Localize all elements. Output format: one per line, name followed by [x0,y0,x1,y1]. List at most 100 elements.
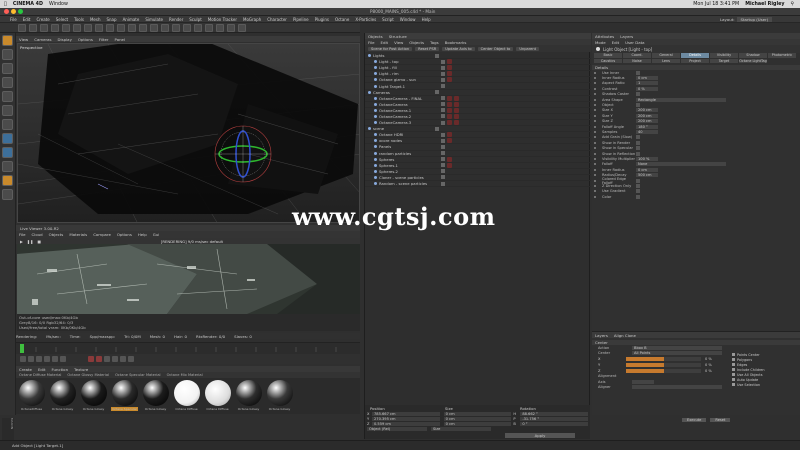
minimize-icon[interactable] [11,9,16,14]
menu-help[interactable]: Help [422,17,431,22]
material-item[interactable]: Octane Glossy [80,378,107,414]
param-value[interactable]: 200 cm [636,113,658,118]
object-name[interactable]: Spheres [379,157,437,162]
redo-icon[interactable] [29,23,37,32]
execute-button[interactable]: Execute [682,418,707,422]
z-axis-icon[interactable] [106,23,114,32]
tab-caustics[interactable]: Caustics [594,58,622,63]
deformer-icon[interactable] [205,23,213,32]
menu-file[interactable]: File [10,17,17,22]
param-value[interactable]: 200 cm [636,108,658,113]
object-name[interactable]: Random - scene particles [379,181,437,186]
render-picture-icon[interactable] [139,23,147,32]
edges-mode-icon[interactable] [2,91,13,102]
reset-button[interactable]: Reset [710,418,731,422]
om-menu-tags[interactable]: Tags [430,40,439,45]
visibility-icon[interactable] [441,138,445,143]
material-item[interactable]: Octane Diffuse [173,378,200,414]
menu-tools[interactable]: Tools [74,17,84,22]
object-tag-icon[interactable] [447,77,452,83]
select-icon[interactable] [40,23,48,32]
object-name[interactable]: Spheres.1 [379,163,437,168]
object-tag-icon[interactable] [447,138,452,144]
param-value[interactable] [636,135,640,140]
coord-rotation-field[interactable]: 88.662 ° [520,411,589,416]
aligner-check-row[interactable]: Points Center [732,352,765,357]
tab-visibility[interactable]: Visibility [710,53,738,58]
object-tag-icon[interactable] [454,113,459,119]
material-item[interactable]: Octane Glossy [49,378,76,414]
object-tag-icon[interactable] [447,107,452,113]
attr-tab-layers[interactable]: Layers [620,34,633,39]
viewport-menu-cameras[interactable]: Cameras [34,37,51,42]
apple-icon[interactable]:  [4,2,7,7]
object-name[interactable]: OctaneCamera.1 [379,108,437,113]
object-tag-icon[interactable] [454,120,459,126]
material-item[interactable]: Octane Specular [111,378,138,414]
visibility-icon[interactable] [441,151,445,156]
visibility-icon[interactable] [441,120,445,125]
object-name[interactable]: Cameras [373,90,431,95]
coord-mode-select[interactable]: Object (Rel) [367,426,427,431]
material-item[interactable]: OctaneDiffuse [18,378,45,414]
visibility-icon[interactable] [441,175,445,180]
object-tag-icon[interactable] [447,113,452,119]
live-viewer-menu-options[interactable]: Options [117,232,132,237]
visibility-icon[interactable] [441,157,445,162]
material-menu-texture[interactable]: Texture [74,367,88,372]
object-tag-icon[interactable] [454,95,459,101]
model-mode-icon[interactable] [2,35,13,46]
tab-photometric[interactable]: Photometric [768,53,796,58]
live-viewer-menu-objects[interactable]: Objects [49,232,64,237]
snap-icon[interactable] [2,147,13,158]
environment-icon[interactable] [216,23,224,32]
param-value[interactable] [636,189,640,194]
object-tag-icon[interactable] [447,65,452,71]
visibility-icon[interactable] [435,126,439,131]
menu-x-particles[interactable]: X-Particles [355,17,376,22]
om-menu-edit[interactable]: Edit [381,40,389,45]
object-name[interactable]: scene [373,126,431,131]
object-tag-icon[interactable] [454,101,459,107]
visibility-icon[interactable] [441,102,445,107]
keyframe-icon[interactable] [104,356,110,362]
param-value[interactable]: 0 cm [636,76,658,81]
menu-window[interactable]: Window [400,17,416,22]
checkbox-icon[interactable] [732,373,735,376]
play-icon[interactable] [44,356,50,362]
object-name[interactable]: Light - fill [379,65,437,70]
aligner-aligner-field[interactable] [632,385,722,390]
viewport-perspective[interactable]: Perspective [17,43,360,223]
tab-octane-lighttag[interactable]: Octane LightTag [739,58,767,63]
tab-target[interactable]: Target [710,58,738,63]
go-to-end-icon[interactable] [60,356,66,362]
object-tag-icon[interactable] [447,132,452,138]
render-view-icon[interactable] [128,23,136,32]
aligner-check-row[interactable]: Use Selection [732,382,765,387]
menu-snap[interactable]: Snap [106,17,116,22]
menu-create[interactable]: Create [36,17,49,22]
step-forward-icon[interactable] [52,356,58,362]
visibility-icon[interactable] [441,163,445,168]
object-name[interactable]: Light Target.1 [379,84,437,89]
app-name[interactable]: CINEMA 4D [13,2,43,7]
coord-size-field[interactable]: 0 cm [443,421,512,426]
table-row[interactable]: Random - scene particles [365,181,591,188]
points-mode-icon[interactable] [2,77,13,88]
coord-rotation-field[interactable]: -31.756 ° [520,416,589,421]
viewport-menu-panel[interactable]: Panel [115,37,126,42]
om-tab-objects[interactable]: Objects [368,34,383,39]
maximize-icon[interactable] [18,9,23,14]
object-name[interactable]: Octane HDRI [379,132,437,137]
menu-pipeline[interactable]: Pipeline [293,17,309,22]
scale-icon[interactable] [62,23,70,32]
tweak-icon[interactable] [2,133,13,144]
material-menu-function[interactable]: Function [51,367,68,372]
step-back-icon[interactable] [28,356,34,362]
object-name[interactable]: OctaneCamera [379,102,437,107]
aligner-slider[interactable] [626,362,701,367]
render-pause-icon[interactable]: ❚❚ [27,239,33,244]
aligner-tab-layers[interactable]: Layers [595,333,608,338]
om-menu-view[interactable]: View [394,40,403,45]
menu-script[interactable]: Script [382,17,394,22]
